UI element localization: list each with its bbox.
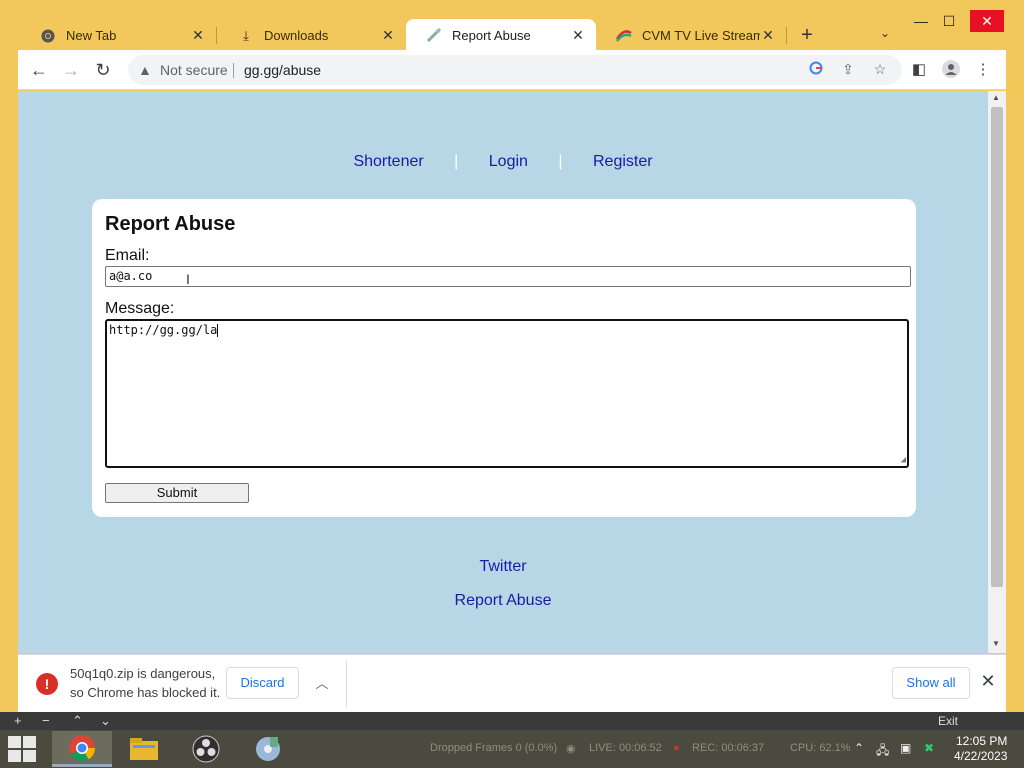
nav-link-login[interactable]: Login <box>463 153 554 170</box>
window-left-border <box>0 0 18 730</box>
add-icon[interactable]: + <box>14 713 22 728</box>
obs-live-indicator-icon: ◉ <box>566 743 576 755</box>
tab-search-chevron-down-icon[interactable]: ⌄ <box>876 26 894 44</box>
tab-divider <box>786 27 787 44</box>
email-label: Email: <box>105 247 150 264</box>
tab-label: New Tab <box>66 28 117 43</box>
scroll-down-arrow-icon[interactable]: ▼ <box>992 639 1000 648</box>
forward-arrow-icon[interactable]: → <box>60 59 82 81</box>
chevron-up-icon[interactable]: ⌃ <box>72 713 83 729</box>
obs-dropped-frames: Dropped Frames 0 (0.0%) <box>430 742 558 754</box>
windows-start-icon[interactable] <box>8 736 38 762</box>
obs-rec-time: REC: 00:06:37 <box>692 742 765 754</box>
scrollbar-thumb[interactable] <box>991 107 1003 587</box>
warning-triangle-icon[interactable]: ▲ <box>138 62 152 78</box>
download-bar: ! 50q1q0.zip is dangerous, so Chrome has… <box>18 654 1006 712</box>
close-download-bar-icon[interactable]: ✕ <box>978 671 998 692</box>
page-viewport: Shortener | Login | Register Report Abus… <box>18 91 988 653</box>
nav-separator: | <box>454 153 459 170</box>
new-tab-plus-icon[interactable]: + <box>796 24 818 46</box>
chevron-up-icon[interactable]: ︿ <box>314 673 330 692</box>
resize-grip-icon[interactable]: ◢ <box>901 455 906 465</box>
site-nav: Shortener | Login | Register <box>18 153 988 171</box>
tab-label: Report Abuse <box>452 27 531 43</box>
tab-new-tab[interactable]: New Tab ✕ <box>20 20 216 51</box>
windows-taskbar: Dropped Frames 0 (0.0%) ◉ LIVE: 00:06:52… <box>0 730 1024 768</box>
minimize-icon[interactable]: — <box>906 10 936 32</box>
cvm-favicon-icon <box>616 28 632 44</box>
menu-kebab-icon[interactable]: ⋮ <box>972 60 994 78</box>
security-status[interactable]: Not secure <box>160 62 228 78</box>
footer-link-twitter[interactable]: Twitter <box>18 558 988 576</box>
reload-icon[interactable]: ↻ <box>92 59 114 81</box>
download-bar-divider <box>346 661 347 707</box>
tab-label: Downloads <box>264 28 329 43</box>
obs-exit-button[interactable]: Exit <box>938 714 958 728</box>
url-text[interactable]: gg.gg/abuse <box>244 62 321 78</box>
taskbar-media-player-icon[interactable] <box>238 731 298 767</box>
page-title: Report Abuse <box>105 213 236 235</box>
tray-volume-muted-icon[interactable]: ✖ <box>924 741 934 755</box>
tab-strip: New Tab ✕ ⤓ Downloads ✕ Report Abuse ✕ C… <box>0 0 1024 51</box>
close-window-icon[interactable]: ✕ <box>970 10 1004 32</box>
back-arrow-icon[interactable]: ← <box>28 59 50 81</box>
tray-network-icon[interactable]: 🖧 <box>876 741 889 762</box>
obs-rec-indicator-icon: ● <box>673 742 680 754</box>
taskbar-time[interactable]: 12:05 PM <box>956 734 1007 748</box>
email-field[interactable]: a@a.co <box>105 266 911 287</box>
download-icon: ⤓ <box>243 27 249 43</box>
text-cursor-icon: I <box>186 271 190 287</box>
omnibox-divider <box>233 63 234 78</box>
download-warning-line2: so Chrome has blocked it. <box>70 685 221 700</box>
show-all-button[interactable]: Show all <box>892 667 970 699</box>
taskbar-file-explorer-icon[interactable] <box>114 731 174 767</box>
browser-toolbar: ← → ↻ ▲ Not secure gg.gg/abuse ⇪ ☆ ◧ ⋮ <box>18 50 1006 90</box>
maximize-icon[interactable]: ☐ <box>934 10 964 32</box>
obs-cpu-usage: CPU: 62.1% <box>790 742 851 754</box>
nav-separator: | <box>558 153 563 170</box>
side-panel-icon[interactable]: ◧ <box>908 60 930 78</box>
browser-window: New Tab ✕ ⤓ Downloads ✕ Report Abuse ✕ C… <box>0 0 1024 730</box>
chrome-icon <box>40 28 56 44</box>
remove-icon[interactable]: − <box>42 713 50 728</box>
submit-button[interactable]: Submit <box>105 483 249 503</box>
share-icon[interactable]: ⇪ <box>838 61 858 78</box>
text-caret <box>217 324 219 337</box>
close-tab-icon[interactable]: ✕ <box>570 27 586 44</box>
tab-cvm-tv[interactable]: CVM TV Live Stream On ✕ <box>596 20 786 51</box>
danger-alert-icon: ! <box>36 673 58 695</box>
taskbar-chrome-icon[interactable] <box>52 731 112 767</box>
taskbar-date[interactable]: 4/22/2023 <box>954 749 1007 763</box>
tray-display-icon[interactable]: ▣ <box>900 741 911 755</box>
taskbar-obs-icon[interactable] <box>176 731 236 767</box>
tab-label: CVM TV Live Stream On <box>642 28 760 43</box>
close-tab-icon[interactable]: ✕ <box>760 27 776 44</box>
address-bar[interactable]: ▲ Not secure gg.gg/abuse ⇪ ☆ <box>128 55 902 85</box>
nav-link-register[interactable]: Register <box>567 153 679 170</box>
close-tab-icon[interactable]: ✕ <box>190 27 206 44</box>
discard-button[interactable]: Discard <box>226 667 299 699</box>
profile-avatar-icon[interactable] <box>940 60 962 82</box>
nav-link-shortener[interactable]: Shortener <box>327 153 449 170</box>
message-label: Message: <box>105 300 175 317</box>
chevron-down-icon[interactable]: ⌄ <box>100 713 111 729</box>
tab-downloads[interactable]: ⤓ Downloads ✕ <box>218 20 406 51</box>
bookmark-star-icon[interactable]: ☆ <box>870 61 890 78</box>
google-translate-g-icon[interactable] <box>806 61 826 78</box>
report-abuse-form-card: Report Abuse Email: a@a.co I Message: ht… <box>92 199 916 517</box>
tray-chevron-up-icon[interactable]: ⌃ <box>854 741 864 755</box>
obs-controls-strip: + − ⌃ ⌄ Exit <box>0 712 1024 730</box>
message-text: http://gg.gg/la <box>109 323 218 337</box>
tab-report-abuse[interactable]: Report Abuse ✕ <box>406 19 596 51</box>
scroll-up-arrow-icon[interactable]: ▲ <box>992 93 1000 102</box>
page-scrollbar[interactable]: ▲ ▼ <box>988 91 1006 653</box>
download-warning-line1: 50q1q0.zip is dangerous, <box>70 666 216 681</box>
close-tab-icon[interactable]: ✕ <box>380 27 396 44</box>
message-textarea[interactable]: http://gg.gg/la ◢ <box>105 319 909 468</box>
obs-live-time: LIVE: 00:06:52 <box>589 742 662 754</box>
tab-divider <box>216 27 217 44</box>
page-favicon-icon <box>426 27 442 43</box>
footer-link-report-abuse[interactable]: Report Abuse <box>18 592 988 610</box>
